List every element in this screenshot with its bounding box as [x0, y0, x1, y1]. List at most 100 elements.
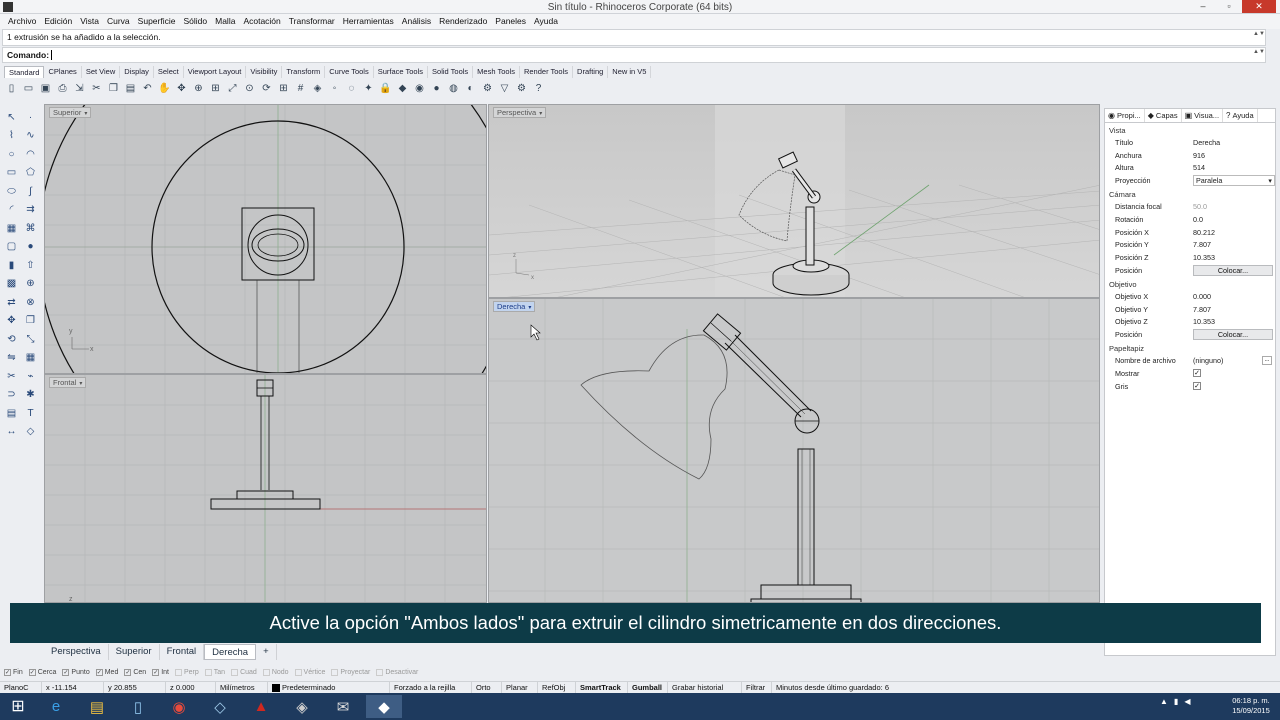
status-layer[interactable]: Predeterminado — [268, 682, 390, 693]
join-icon[interactable]: ⊃ — [2, 386, 21, 405]
status-gumball[interactable]: Gumball — [628, 682, 668, 693]
surface-icon[interactable]: ▦ — [2, 219, 21, 238]
menu-solido[interactable]: Sólido — [179, 14, 211, 29]
osnap-desactivar[interactable]: Desactivar — [376, 668, 418, 676]
colocar-button[interactable]: Colocar... — [1193, 329, 1273, 341]
toolbar-tab-new-in-v5[interactable]: New in V5 — [608, 66, 652, 78]
menu-ayuda[interactable]: Ayuda — [530, 14, 562, 29]
windows-start-icon[interactable]: ⊞ — [8, 697, 28, 717]
prop-value-titulo[interactable]: Derecha — [1193, 138, 1275, 147]
render-icon[interactable]: ● — [429, 81, 444, 96]
prop-value-rotacion[interactable]: 0.0 — [1193, 215, 1275, 224]
move-icon[interactable]: ✥ — [174, 81, 189, 96]
hide-icon[interactable]: ◌ — [344, 81, 359, 96]
print-icon[interactable]: ⎙ — [55, 81, 70, 96]
cylinder-icon[interactable]: ▮ — [2, 256, 21, 275]
clock[interactable]: 06:18 p. m. 15/09/2015 — [1226, 696, 1276, 716]
select-point-icon[interactable]: ◦ — [327, 81, 342, 96]
move-icon[interactable]: ✥ — [2, 312, 21, 331]
acrobat-icon[interactable]: ▲ — [243, 695, 279, 718]
network-icon[interactable]: ▮ — [1174, 697, 1178, 706]
projection-select[interactable]: Paralela ▾ — [1193, 175, 1275, 187]
viewport-menu-icon[interactable]: ▾ — [528, 305, 531, 311]
arc-icon[interactable]: ◠ — [21, 145, 40, 164]
prop-value-posicion-y[interactable]: 7.807 — [1193, 240, 1275, 249]
scale-icon[interactable]: ⤡ — [21, 330, 40, 349]
material-icon[interactable]: ◆ — [395, 81, 410, 96]
osnap-checkbox[interactable]: ✓ — [28, 668, 36, 676]
help-icon[interactable]: ? — [531, 81, 546, 96]
menu-archivo[interactable]: Archivo — [4, 14, 40, 29]
group-icon[interactable]: ▤ — [2, 404, 21, 423]
point-icon[interactable]: · — [21, 108, 40, 127]
toolbar-tab-viewport-layout[interactable]: Viewport Layout — [184, 66, 247, 78]
menu-vista[interactable]: Vista — [76, 14, 103, 29]
array-icon[interactable]: ▦ — [21, 349, 40, 368]
osnap-checkbox[interactable]: ✓ — [4, 668, 11, 676]
mirror-icon[interactable]: ⇋ — [2, 349, 21, 368]
command-input[interactable] — [51, 50, 952, 60]
copy-icon[interactable]: ❐ — [106, 81, 121, 96]
osnap-vertice[interactable]: Vértice — [294, 668, 325, 676]
zoom-selected-icon[interactable]: ⊙ — [242, 81, 257, 96]
status-units[interactable]: Milímetros — [216, 682, 268, 693]
browse-button[interactable]: ... — [1262, 356, 1272, 366]
paste-icon[interactable]: ▤ — [123, 81, 138, 96]
sphere-display-icon[interactable]: ◍ — [446, 81, 461, 96]
command-scroll-icon[interactable]: ▲▼ — [1253, 49, 1265, 65]
polygon-icon[interactable]: ⬠ — [21, 164, 40, 183]
toolbox-icon[interactable]: ◈ — [284, 695, 320, 718]
osnap-checkbox[interactable] — [294, 668, 302, 676]
menu-acotacion[interactable]: Acotación — [239, 14, 284, 29]
viewport-label-superior[interactable]: Superior ▾ — [49, 107, 92, 118]
tray-arrow-icon[interactable]: ▲ — [1160, 697, 1168, 706]
menu-analisis[interactable]: Análisis — [398, 14, 435, 29]
panel-tab-ayuda[interactable]: ? Ayuda — [1223, 109, 1258, 122]
osnap-checkbox[interactable]: ✓ — [152, 668, 160, 676]
freeform-icon[interactable]: ∫ — [21, 182, 40, 201]
status-cplane[interactable]: PlanoC — [0, 682, 42, 693]
new-icon[interactable]: ▯ — [4, 81, 19, 96]
import-icon[interactable]: ⇲ — [72, 81, 87, 96]
status-smarttrack[interactable]: SmartTrack — [576, 682, 628, 693]
menu-malla[interactable]: Malla — [211, 14, 239, 29]
cut-icon[interactable]: ✂ — [89, 81, 104, 96]
split-icon[interactable]: ✂ — [2, 367, 21, 386]
add-viewport-tab-button[interactable]: + — [256, 644, 277, 660]
osnap-cerca[interactable]: ✓ Cerca — [28, 668, 56, 676]
viewport-derecha[interactable]: Derecha ▾ — [488, 298, 1100, 603]
menu-superficie[interactable]: Superficie — [134, 14, 180, 29]
volume-icon[interactable]: ◀ — [1184, 697, 1190, 706]
loft-icon[interactable]: ⌘ — [21, 219, 40, 238]
osnap-fin[interactable]: ✓ Fin — [4, 668, 23, 676]
curve-icon[interactable]: ∿ — [21, 127, 40, 146]
light-icon[interactable]: ✦ — [361, 81, 376, 96]
toolbar-tab-transform[interactable]: Transform — [282, 66, 326, 78]
close-button[interactable]: ✕ — [1242, 0, 1276, 13]
mail-icon[interactable]: ✉ — [325, 695, 361, 718]
osnap-checkbox[interactable]: ✓ — [95, 668, 103, 676]
prop-value-anchura[interactable]: 916 — [1193, 151, 1275, 160]
status-osnap[interactable]: RefObj — [538, 682, 576, 693]
rhino-active-icon[interactable]: ◆ — [366, 695, 402, 718]
osnap-checkbox[interactable] — [331, 668, 339, 676]
rhino-icon[interactable]: ◇ — [202, 695, 238, 718]
rectangle-icon[interactable]: ▭ — [2, 164, 21, 183]
panel-tab-capas[interactable]: ◆ Capas — [1145, 109, 1182, 122]
gear-icon[interactable]: ⚙ — [514, 81, 529, 96]
osnap-checkbox[interactable] — [204, 668, 212, 676]
prop-value-posicion-z[interactable]: 10.353 — [1193, 253, 1275, 262]
osnap-cuad[interactable]: Cuad — [231, 668, 257, 676]
lock-icon[interactable]: 🔒 — [378, 81, 393, 96]
trim-icon[interactable]: ⌁ — [21, 367, 40, 386]
colocar-button[interactable]: Colocar... — [1193, 265, 1273, 277]
toolbar-tab-render-tools[interactable]: Render Tools — [520, 66, 574, 78]
viewport-perspectiva[interactable]: z x Perspectiva ▾ — [488, 104, 1100, 298]
menu-renderizado[interactable]: Renderizado — [435, 14, 491, 29]
open-icon[interactable]: ▭ — [21, 81, 36, 96]
viewport-frontal[interactable]: z Frontal ▾ — [44, 374, 487, 603]
text-icon[interactable]: T — [21, 404, 40, 423]
toolbar-tab-select[interactable]: Select — [154, 66, 184, 78]
toolbar-tab-visibility[interactable]: Visibility — [246, 66, 283, 78]
maximize-button[interactable]: ▫ — [1216, 0, 1242, 13]
